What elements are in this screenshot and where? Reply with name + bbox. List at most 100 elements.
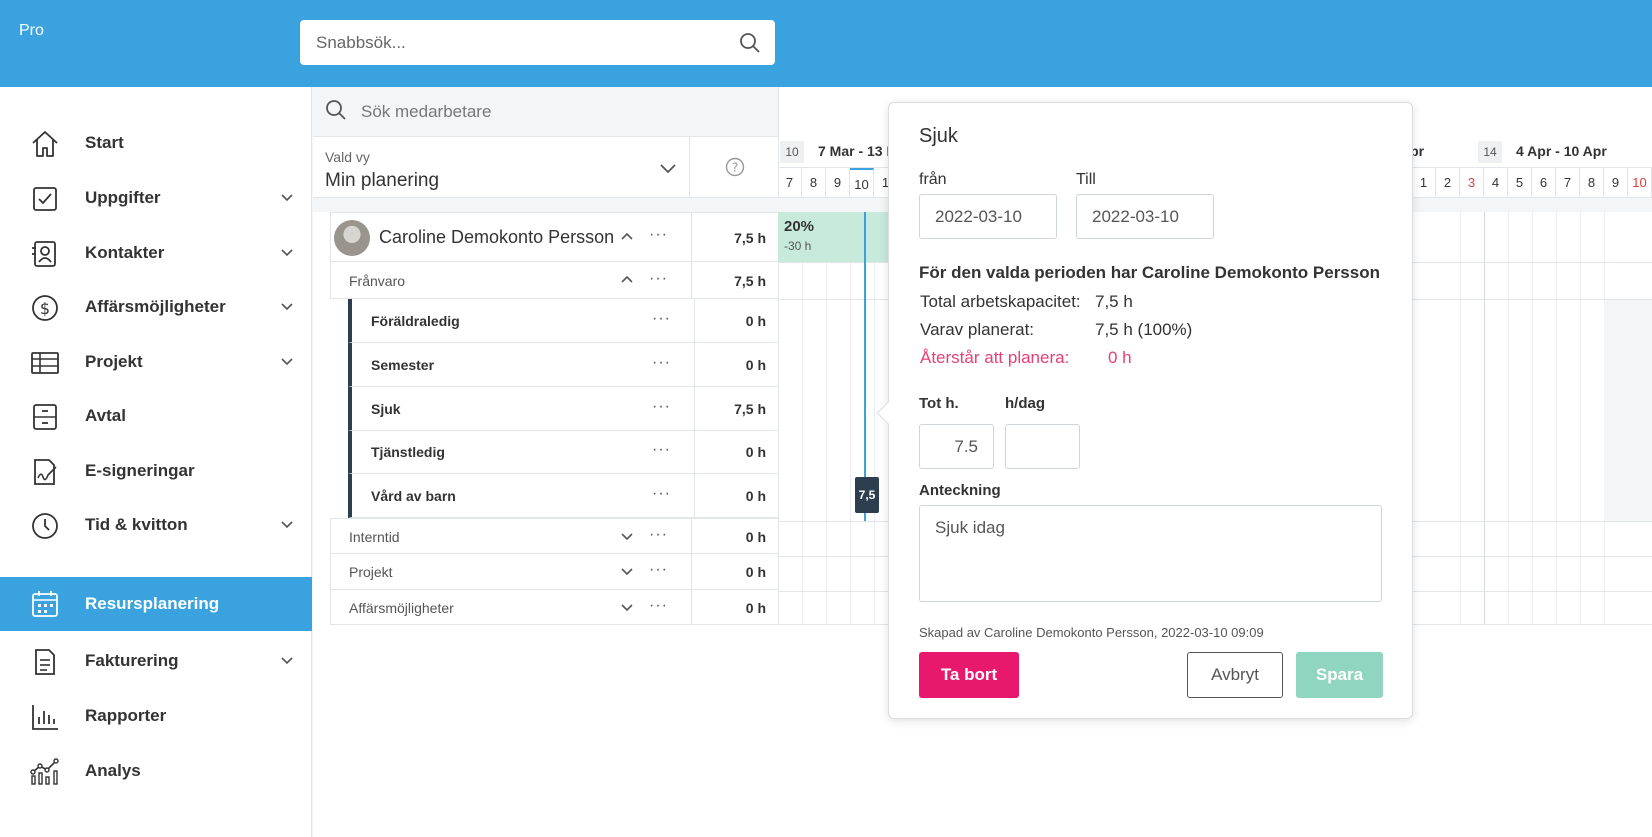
from-date-input[interactable] [919, 194, 1057, 239]
from-label: från [919, 171, 947, 188]
more-icon[interactable]: ··· [649, 270, 668, 288]
sidebar: Start Uppgifter Kontakter $ Affärsmöjlig… [0, 87, 312, 837]
day-cell: 5 [1508, 168, 1532, 198]
day-cell: 10 [1628, 168, 1652, 198]
table-icon [30, 348, 60, 378]
contact-card-icon [30, 239, 60, 269]
group-row-franvaro[interactable]: Frånvaro ··· 7,5 h [330, 262, 778, 299]
absence-row-sjuk[interactable]: Sjuk ··· 7,5 h [348, 387, 778, 431]
sidebar-item-label: E-signeringar [85, 461, 195, 480]
absence-edit-popover: Sjuk från Till För den valda perioden ha… [876, 102, 1413, 719]
cabinet-icon [30, 402, 60, 432]
calendar-icon [30, 589, 60, 619]
weekend-shade [1604, 300, 1652, 521]
sidebar-item-label: Avtal [85, 406, 126, 425]
chevron-down-icon[interactable] [620, 600, 634, 619]
chevron-down-icon[interactable] [620, 564, 634, 583]
sidebar-item-rapporter[interactable]: Rapporter [0, 691, 312, 741]
sidebar-item-kontakter[interactable]: Kontakter [0, 228, 312, 278]
sidebar-item-affarsmojligheter[interactable]: $ Affärsmöjligheter [0, 282, 312, 332]
more-icon[interactable]: ··· [652, 310, 671, 328]
day-cell-today: 10 [850, 168, 874, 198]
sidebar-item-analys[interactable]: Analys [0, 746, 312, 796]
absence-row-vard-av-barn[interactable]: Vård av barn ··· 0 h [348, 474, 778, 518]
chevron-up-icon[interactable] [620, 273, 634, 292]
more-icon[interactable]: ··· [652, 398, 671, 416]
remaining-value: 0 h [1108, 348, 1132, 367]
to-date-input[interactable] [1076, 194, 1214, 239]
sidebar-item-resursplanering[interactable]: Resursplanering [0, 577, 312, 631]
day-cell: 2 [1436, 168, 1460, 198]
quick-search [300, 20, 775, 65]
day-cell: 9 [1604, 168, 1628, 198]
help-icon[interactable]: ? [725, 157, 745, 182]
hours-per-day-input[interactable] [1005, 424, 1080, 469]
group-hours: 0 h [745, 600, 766, 616]
logo[interactable]: blikkPro [17, 22, 1652, 837]
absence-label: Semester [371, 357, 435, 373]
planned-value: 7,5 h (100%) [1095, 320, 1193, 339]
summary-title: För den valda perioden har Caroline Demo… [919, 263, 1380, 282]
group-hours: 0 h [745, 564, 766, 580]
sidebar-item-start[interactable]: Start [0, 118, 312, 168]
sidebar-item-e-signeringar[interactable]: E-signeringar [0, 446, 312, 496]
group-row-affarsmojligheter[interactable]: Affärsmöjligheter ··· 0 h [330, 590, 778, 625]
group-row-interntid[interactable]: Interntid ··· 0 h [330, 518, 778, 554]
sidebar-item-tid-kvitton[interactable]: Tid & kvitton [0, 500, 312, 550]
sidebar-item-uppgifter[interactable]: Uppgifter [0, 173, 312, 223]
absence-row-tjanstledig[interactable]: Tjänstledig ··· 0 h [348, 431, 778, 474]
more-icon[interactable]: ··· [649, 561, 668, 579]
save-button[interactable]: Spara [1296, 652, 1383, 698]
person-hours: 7,5 h [734, 230, 766, 246]
view-selector[interactable]: Vald vy Min planering [313, 137, 690, 198]
delete-button[interactable]: Ta bort [919, 652, 1019, 698]
day-cell: 1 [1412, 168, 1436, 198]
more-icon[interactable]: ··· [652, 441, 671, 459]
view-selector-label: Vald vy [325, 149, 370, 165]
checkbox-icon [30, 184, 60, 214]
planned-label: Varav planerat: [920, 320, 1035, 339]
group-label: Affärsmöjligheter [349, 600, 454, 616]
document-icon [30, 647, 60, 677]
signature-icon [30, 457, 60, 487]
more-icon[interactable]: ··· [649, 226, 668, 244]
day-cell: 9 [826, 168, 850, 198]
absence-row-semester[interactable]: Semester ··· 0 h [348, 343, 778, 387]
absence-hours: 0 h [745, 444, 766, 460]
total-hours-input[interactable] [919, 424, 994, 469]
sick-absence-block[interactable]: 7,5 [855, 477, 879, 513]
search-icon[interactable] [739, 32, 761, 59]
sidebar-item-fakturering[interactable]: Fakturering [0, 636, 312, 686]
employee-search [313, 87, 778, 137]
more-icon[interactable]: ··· [652, 354, 671, 372]
sidebar-item-label: Rapporter [85, 706, 167, 725]
person-row[interactable]: Caroline Demokonto Persson ··· 7,5 h [330, 212, 778, 262]
more-icon[interactable]: ··· [649, 526, 668, 544]
week-number: 14 [1478, 141, 1502, 163]
more-icon[interactable]: ··· [649, 597, 668, 615]
total-hours-label: Tot h. [919, 395, 959, 412]
analytics-icon [30, 757, 60, 787]
sidebar-item-projekt[interactable]: Projekt [0, 337, 312, 387]
week-number: 10 [780, 141, 804, 163]
cancel-button[interactable]: Avbryt [1187, 652, 1283, 698]
employee-search-input[interactable] [361, 99, 741, 125]
note-textarea[interactable]: Sjuk idag [919, 505, 1382, 602]
help: ? [690, 137, 778, 198]
day-cell: 8 [1580, 168, 1604, 198]
quick-search-input[interactable] [316, 20, 716, 65]
chevron-up-icon[interactable] [620, 230, 634, 249]
day-cell: 6 [1532, 168, 1556, 198]
group-hours: 0 h [745, 529, 766, 545]
sidebar-item-avtal[interactable]: Avtal [0, 391, 312, 441]
more-icon[interactable]: ··· [652, 485, 671, 503]
total-capacity-label: Total arbetskapacitet: [920, 292, 1081, 311]
remaining-label: Återstår att planera: [920, 348, 1070, 367]
week-label: 7 Mar - 13 M [818, 143, 899, 159]
group-row-projekt[interactable]: Projekt ··· 0 h [330, 554, 778, 590]
chevron-down-icon[interactable] [620, 529, 634, 548]
utilization-bar[interactable]: 20% -30 h [778, 212, 898, 262]
group-hours: 7,5 h [734, 273, 766, 289]
absence-row-foraldraledig[interactable]: Föräldraledig ··· 0 h [348, 299, 778, 343]
absence-label: Tjänstledig [371, 444, 445, 460]
